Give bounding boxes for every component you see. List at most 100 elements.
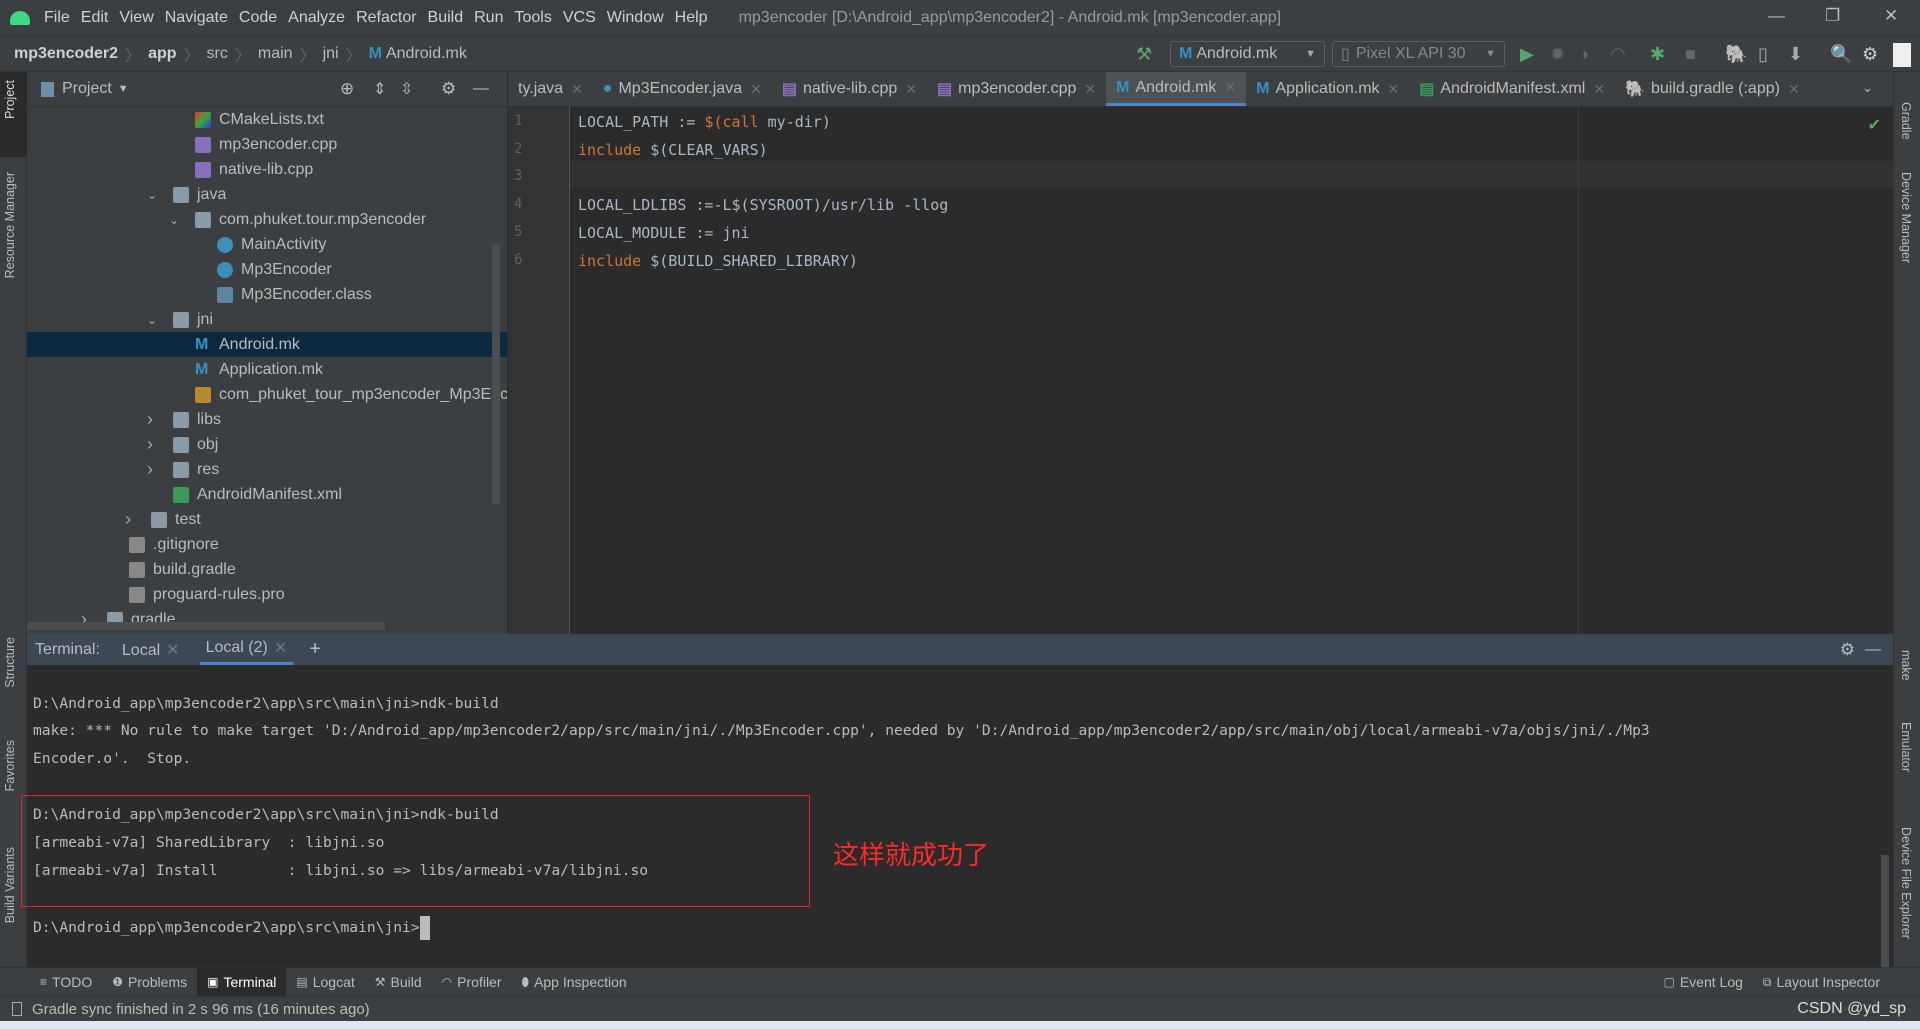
chevron-down-icon[interactable]: ⌄ <box>147 188 157 202</box>
editor-tab[interactable]: 🐘 build.gradle (:app) ✕ <box>1615 72 1810 106</box>
chevron-right-icon[interactable]: › <box>125 509 131 530</box>
close-tab-icon[interactable]: ✕ <box>571 81 583 98</box>
code-editor[interactable]: 1 2 3 4 5 6 LOCAL_PATH := $(call my-dir) inclu… <box>508 107 1893 634</box>
sdk-manager-icon[interactable]: ⬇ <box>1788 44 1803 65</box>
build-variants-tool-tab[interactable]: Build Variants <box>3 847 17 923</box>
menu-file[interactable]: File <box>44 9 70 27</box>
tree-item[interactable]: › libs <box>27 407 507 432</box>
editor-tab[interactable]: ● Mp3Encoder.java ✕ <box>593 72 772 106</box>
favorites-tool-tab[interactable]: Favorites <box>3 740 17 791</box>
terminal-tab-local[interactable]: Local ✕ <box>122 640 180 660</box>
breadcrumb-jni[interactable]: jni <box>323 45 339 63</box>
device-dropdown[interactable]: ▯ Pixel XL API 30 ▼ <box>1332 41 1505 67</box>
tool-button-profiler[interactable]: ◠ Profiler <box>432 968 512 997</box>
breadcrumb-app[interactable]: app <box>148 45 176 63</box>
run-icon[interactable]: ▶ <box>1520 44 1534 65</box>
minimize-button[interactable]: — <box>1768 6 1785 26</box>
menu-edit[interactable]: Edit <box>81 9 109 27</box>
tree-item[interactable]: Mp3Encoder.class <box>27 282 507 307</box>
device-manager-tool-tab[interactable]: Device Manager <box>1899 172 1913 263</box>
menu-code[interactable]: Code <box>239 9 277 27</box>
tool-button-todo[interactable]: ≡ TODO <box>30 968 102 997</box>
terminal-tab-local-2[interactable]: Local (2) ✕ <box>199 634 294 665</box>
breadcrumb-main[interactable]: main <box>258 45 293 63</box>
tree-item[interactable]: › res <box>27 457 507 482</box>
status-indicator-icon[interactable] <box>12 1002 22 1016</box>
project-view-dropdown[interactable]: Project <box>62 80 112 98</box>
search-icon[interactable]: 🔍 <box>1830 44 1852 65</box>
menu-tools[interactable]: Tools <box>514 9 551 27</box>
hide-panel-icon[interactable]: — <box>473 80 489 98</box>
apply-changes-icon[interactable]: ✱ <box>1650 44 1665 65</box>
tree-item[interactable]: CMakeLists.txt <box>27 107 507 132</box>
terminal-cursor[interactable] <box>419 916 430 940</box>
tree-item[interactable]: M Application.mk <box>27 357 507 382</box>
close-window-button[interactable]: ✕ <box>1884 6 1898 26</box>
tree-item[interactable]: com_phuket_tour_mp3encoder_Mp3Encoder.h <box>27 382 507 407</box>
tree-item[interactable]: ⌄ jni <box>27 307 507 332</box>
tree-item[interactable]: native-lib.cpp <box>27 157 507 182</box>
editor-tab[interactable]: ty.java ✕ <box>508 72 593 106</box>
chevron-down-icon[interactable]: ⌄ <box>147 313 157 327</box>
close-tab-icon[interactable]: ✕ <box>1788 81 1800 98</box>
editor-tab[interactable]: ▤ mp3encoder.cpp ✕ <box>927 72 1106 106</box>
chevron-down-icon[interactable]: ⌄ <box>169 213 179 227</box>
make-tool-tab[interactable]: make <box>1899 650 1913 681</box>
hammer-build-icon[interactable]: ⚒ <box>1136 44 1152 65</box>
project-tool-tab[interactable]: Project <box>3 80 17 119</box>
gradle-tool-tab[interactable]: Gradle <box>1899 102 1913 140</box>
close-tab-icon[interactable]: ✕ <box>1224 79 1236 96</box>
close-tab-icon[interactable]: ✕ <box>1593 81 1605 98</box>
chevron-right-icon[interactable]: › <box>147 459 153 480</box>
menu-analyze[interactable]: Analyze <box>288 9 345 27</box>
tree-item[interactable]: proguard-rules.pro <box>27 582 507 607</box>
menu-vcs[interactable]: VCS <box>563 9 596 27</box>
tree-item[interactable]: .gitignore <box>27 532 507 557</box>
breadcrumb-file[interactable]: Android.mk <box>386 45 467 63</box>
collapse-all-icon[interactable]: ⇳ <box>400 79 413 99</box>
device-manager-icon[interactable]: ▯ <box>1758 44 1768 65</box>
structure-tool-tab[interactable]: Structure <box>3 637 17 688</box>
menu-build[interactable]: Build <box>428 9 464 27</box>
close-tab-icon[interactable]: ✕ <box>1388 81 1400 98</box>
device-file-explorer-tool-tab[interactable]: Device File Explorer <box>1899 827 1913 939</box>
status-message[interactable]: Gradle sync finished in 2 s 96 ms (16 mi… <box>32 1001 370 1018</box>
tree-item[interactable]: › test <box>27 507 507 532</box>
stop-icon[interactable]: ■ <box>1685 44 1696 65</box>
editor-tab[interactable]: M Android.mk ✕ <box>1106 72 1247 106</box>
run-config-dropdown[interactable]: M Android.mk ▼ <box>1170 41 1325 67</box>
menu-view[interactable]: View <box>119 9 153 27</box>
debug-icon[interactable]: ✹ <box>1550 44 1565 65</box>
tool-button-terminal[interactable]: ▣ Terminal <box>197 967 287 997</box>
close-tab-icon[interactable]: ✕ <box>750 81 762 98</box>
tool-button-app-inspection[interactable]: ⬮ App Inspection <box>512 968 637 997</box>
tool-button-layout-inspector[interactable]: ⧉ Layout Inspector <box>1753 968 1890 997</box>
menu-help[interactable]: Help <box>675 9 708 27</box>
tree-item[interactable]: build.gradle <box>27 557 507 582</box>
editor-tab[interactable]: M Application.mk ✕ <box>1246 72 1409 106</box>
tool-button-problems[interactable]: ❶ Problems <box>102 968 197 997</box>
tool-button-event-log[interactable]: ▢ Event Log <box>1654 968 1753 997</box>
panel-options-gear-icon[interactable]: ⚙ <box>441 79 456 99</box>
tree-item[interactable]: MainActivity <box>27 232 507 257</box>
breadcrumb-src[interactable]: src <box>207 45 228 63</box>
tree-horizontal-scrollbar[interactable] <box>27 622 385 630</box>
tree-vertical-scrollbar[interactable] <box>492 244 500 504</box>
maximize-button[interactable]: ❐ <box>1825 6 1840 26</box>
tree-item[interactable]: ⌄ java <box>27 182 507 207</box>
tree-item[interactable]: ⌄ com.phuket.tour.mp3encoder <box>27 207 507 232</box>
terminal-settings-gear-icon[interactable]: ⚙ <box>1840 640 1855 660</box>
menu-refactor[interactable]: Refactor <box>356 9 416 27</box>
editor-tab[interactable]: ▤ AndroidManifest.xml ✕ <box>1409 72 1615 106</box>
tree-item[interactable]: AndroidManifest.xml <box>27 482 507 507</box>
chevron-right-icon[interactable]: › <box>147 434 153 455</box>
menu-run[interactable]: Run <box>474 9 503 27</box>
tool-button-logcat[interactable]: ▤ Logcat <box>286 968 364 997</box>
menu-navigate[interactable]: Navigate <box>165 9 228 27</box>
resource-manager-tool-tab[interactable]: Resource Manager <box>3 172 17 278</box>
chevron-right-icon[interactable]: › <box>147 409 153 430</box>
gradle-sync-icon[interactable]: 🐘 <box>1725 44 1747 65</box>
terminal-scrollbar[interactable] <box>1881 855 1889 967</box>
close-tab-icon[interactable]: ✕ <box>1084 81 1096 98</box>
tree-item[interactable]: M Android.mk <box>27 332 507 357</box>
